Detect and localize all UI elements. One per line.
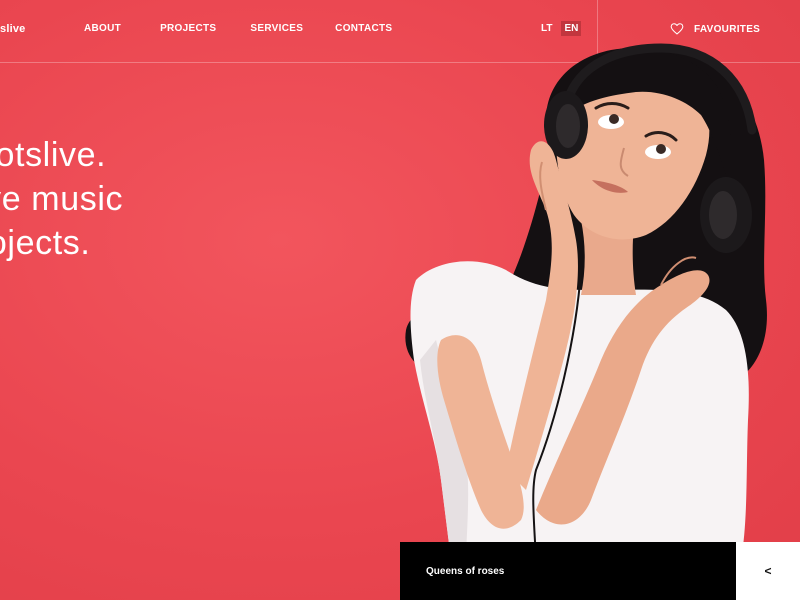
now-playing-bar[interactable]: Queens of roses xyxy=(400,542,736,600)
favourites-link[interactable]: FAVOURITES xyxy=(670,22,760,36)
lang-option-en[interactable]: EN xyxy=(561,21,582,36)
main-nav: ABOUT PROJECTS SERVICES CONTACTS xyxy=(84,23,392,34)
hero-line-3: rojects. xyxy=(0,224,91,262)
page: slive ABOUT PROJECTS SERVICES CONTACTS L… xyxy=(0,0,800,600)
hero-photo-woman-headphones xyxy=(405,43,767,600)
hero-line-1: ootslive. xyxy=(0,136,107,174)
hero-line-2: ive music xyxy=(0,180,124,218)
logo[interactable]: slive xyxy=(0,23,25,35)
nav-item-services[interactable]: SERVICES xyxy=(250,23,303,34)
language-switcher: LT EN xyxy=(538,21,582,36)
nav-item-contacts[interactable]: CONTACTS xyxy=(335,23,392,34)
favourites-label: FAVOURITES xyxy=(694,23,761,35)
previous-button[interactable]: < xyxy=(736,542,800,600)
hero-headline: ootslive. ive music rojects. xyxy=(0,133,123,265)
nav-item-about[interactable]: ABOUT xyxy=(84,23,121,34)
nav-item-projects[interactable]: PROJECTS xyxy=(160,23,216,34)
heart-outline-icon xyxy=(670,23,684,35)
chevron-left-icon: < xyxy=(764,564,772,578)
lang-option-lt[interactable]: LT xyxy=(538,21,555,36)
track-title: Queens of roses xyxy=(426,566,505,577)
